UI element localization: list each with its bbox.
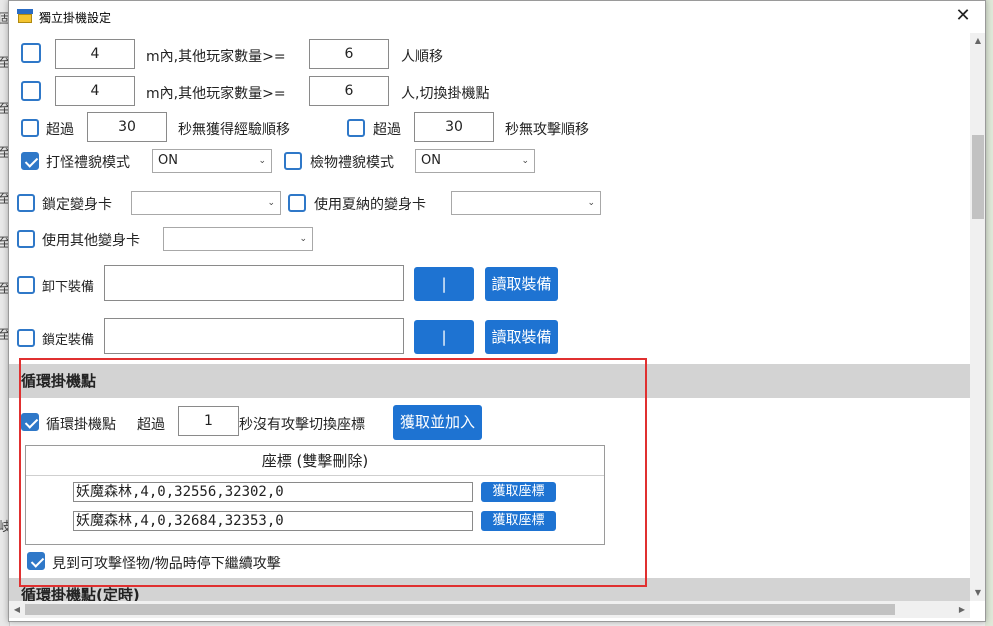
fight-polite-checkbox[interactable]: [21, 152, 39, 170]
scroll-up-icon[interactable]: ▲: [970, 33, 985, 49]
settings-content: 4 m內,其他玩家數量>= 6 人順移 4 m內,其他玩家數量>= 6 人,切換…: [9, 33, 970, 601]
players-move-suffix: 人順移: [401, 49, 443, 65]
players-switch-distance-input[interactable]: 4: [55, 76, 135, 106]
chevron-down-icon: ⌄: [299, 234, 307, 244]
no-attack-seconds-input[interactable]: 30: [414, 112, 494, 142]
pick-polite-select[interactable]: ON ⌄: [415, 149, 535, 173]
vertical-scroll-thumb[interactable]: [972, 135, 984, 219]
unequip-input[interactable]: [104, 265, 404, 301]
app-icon: [17, 9, 33, 23]
scroll-right-icon[interactable]: ▶: [954, 601, 970, 618]
highlight-box: [19, 358, 647, 587]
chevron-down-icon: ⌄: [587, 198, 595, 208]
pick-polite-value: ON: [421, 153, 441, 168]
players-move-count-input[interactable]: 6: [309, 39, 389, 69]
no-exp-seconds-input[interactable]: 30: [87, 112, 167, 142]
settings-window: 獨立掛機設定 ✕ 4 m內,其他玩家數量>= 6 人順移 4 m內,其他玩家數量…: [8, 0, 986, 622]
summer-card-checkbox[interactable]: [288, 194, 306, 212]
lock-equip-checkbox[interactable]: [17, 329, 35, 347]
no-attack-suffix: 秒無攻擊順移: [505, 122, 589, 138]
background-window-right: [985, 0, 993, 626]
no-exp-over-label: 超過: [46, 122, 74, 138]
pick-polite-label: 檢物禮貌模式: [310, 155, 394, 171]
pick-polite-checkbox[interactable]: [284, 152, 302, 170]
title-bar: 獨立掛機設定 ✕: [9, 1, 985, 33]
other-card-label: 使用其他變身卡: [42, 233, 140, 249]
players-switch-count-input[interactable]: 6: [309, 76, 389, 106]
fight-polite-value: ON: [158, 153, 178, 168]
chevron-down-icon: ⌄: [258, 156, 266, 166]
lock-equip-pipe-button[interactable]: |: [414, 320, 474, 354]
players-move-label: m內,其他玩家數量>=: [146, 49, 286, 65]
unequip-checkbox[interactable]: [17, 276, 35, 294]
players-switch-suffix: 人,切換掛機點: [401, 86, 490, 102]
horizontal-scrollbar[interactable]: ◀ ▶: [9, 601, 970, 618]
window-title: 獨立掛機設定: [39, 11, 112, 25]
unequip-read-button[interactable]: 讀取裝備: [485, 267, 558, 301]
lock-card-select[interactable]: ⌄: [131, 191, 281, 215]
unequip-pipe-button[interactable]: |: [414, 267, 474, 301]
lock-equip-label: 鎖定裝備: [42, 333, 95, 348]
chevron-down-icon: ⌄: [267, 198, 275, 208]
summer-card-label: 使用夏納的變身卡: [314, 197, 426, 213]
players-move-checkbox[interactable]: [21, 43, 41, 63]
no-attack-over-label: 超過: [373, 122, 401, 138]
scroll-down-icon[interactable]: ▼: [970, 585, 985, 601]
players-switch-label: m內,其他玩家數量>=: [146, 86, 286, 102]
unequip-label: 卸下裝備: [42, 280, 95, 295]
vertical-scrollbar[interactable]: ▲ ▼: [970, 33, 985, 601]
players-move-distance-input[interactable]: 4: [55, 39, 135, 69]
summer-card-select[interactable]: ⌄: [451, 191, 601, 215]
lock-equip-input[interactable]: [104, 318, 404, 354]
lock-card-label: 鎖定變身卡: [42, 197, 112, 213]
fight-polite-select[interactable]: ON ⌄: [152, 149, 272, 173]
lock-card-checkbox[interactable]: [17, 194, 35, 212]
horizontal-scroll-thumb[interactable]: [25, 604, 895, 615]
chevron-down-icon: ⌄: [521, 156, 529, 166]
scroll-left-icon[interactable]: ◀: [9, 601, 25, 618]
no-attack-move-checkbox[interactable]: [347, 119, 365, 137]
no-exp-suffix: 秒無獲得經驗順移: [178, 122, 290, 138]
fight-polite-label: 打怪禮貌模式: [46, 155, 130, 171]
no-exp-move-checkbox[interactable]: [21, 119, 39, 137]
other-card-select[interactable]: ⌄: [163, 227, 313, 251]
lock-equip-read-button[interactable]: 讀取裝備: [485, 320, 558, 354]
players-switch-checkbox[interactable]: [21, 81, 41, 101]
close-button[interactable]: ✕: [941, 1, 985, 33]
other-card-checkbox[interactable]: [17, 230, 35, 248]
